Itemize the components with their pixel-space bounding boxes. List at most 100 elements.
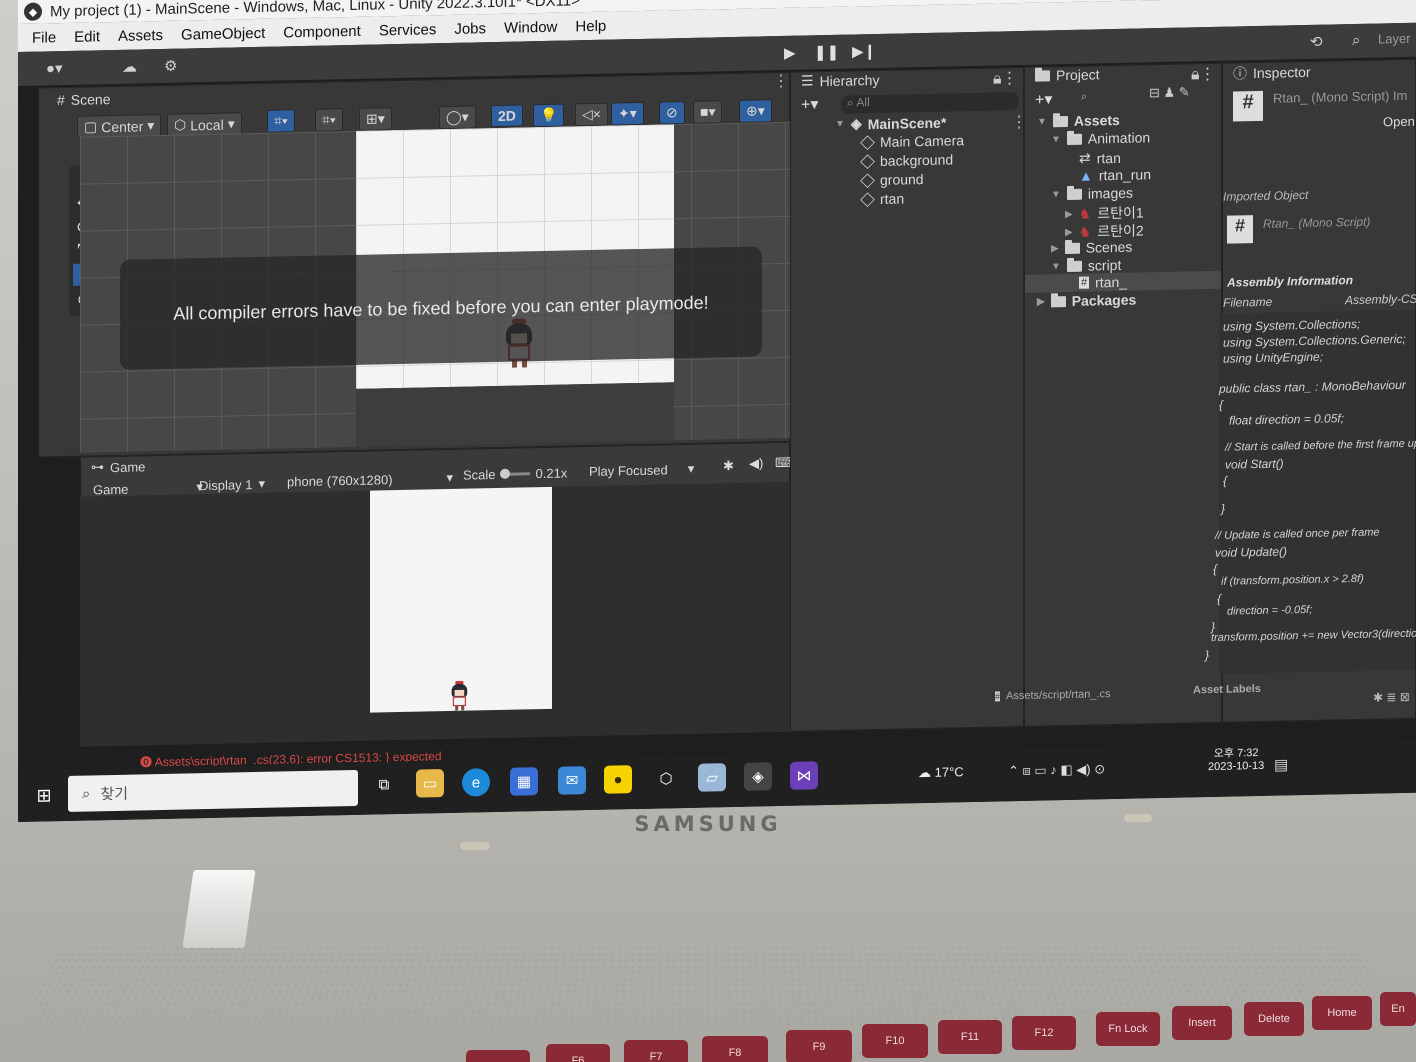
asset-label-icons[interactable]: ✱ ≣ ⊠ — [1373, 690, 1410, 705]
key-insert[interactable]: Insert — [1172, 1006, 1232, 1040]
project-item-rtan-run[interactable]: ▲ rtan_run — [1079, 166, 1151, 184]
menu-gameobject[interactable]: GameObject — [181, 24, 265, 43]
project-folder-scenes[interactable]: ▶ Scenes — [1051, 239, 1132, 257]
edge-browser-icon[interactable]: e — [462, 768, 490, 797]
system-tray-icons[interactable]: ⌃ ⧈ ▭ ♪ ◧ ◀) ⊙ — [1008, 761, 1105, 779]
play-mode-select[interactable]: Play Focused ▾ — [589, 461, 694, 479]
create-dropdown-icon[interactable]: +▾ — [1035, 89, 1052, 109]
key-end[interactable]: En — [1380, 992, 1416, 1026]
key-f12[interactable]: F12 — [1012, 1016, 1076, 1050]
key-home[interactable]: Home — [1312, 996, 1372, 1030]
camera-button[interactable]: ■▾ — [693, 100, 723, 124]
notification-icon[interactable]: ▤ — [1274, 755, 1288, 773]
hierarchy-item-ground[interactable]: ground — [860, 171, 924, 188]
collapse-arrow-icon[interactable]: ▶ — [1065, 208, 1073, 219]
menu-file[interactable]: File — [32, 29, 56, 47]
tab-project[interactable]: Project — [1035, 66, 1100, 83]
expand-arrow-icon[interactable]: ▼ — [1051, 134, 1061, 145]
scale-control[interactable]: Scale 0.21x — [463, 465, 567, 482]
tab-scene[interactable]: # Scene — [57, 91, 111, 108]
collapse-arrow-icon[interactable]: ▶ — [1051, 243, 1059, 254]
project-assets-root[interactable]: ▼ Assets — [1037, 112, 1120, 130]
mute-audio-icon[interactable]: ◀) — [749, 455, 763, 471]
store-icon[interactable]: ▦ — [510, 767, 538, 796]
project-item-rtan-controller[interactable]: ⇄ rtan — [1079, 149, 1121, 167]
resolution-select[interactable]: phone (760x1280) ▾ — [287, 470, 453, 489]
hierarchy-item-rtan[interactable]: rtan — [860, 190, 904, 207]
key-f7[interactable]: F7 — [624, 1040, 688, 1062]
project-item-rtan-script[interactable]: # rtan_ — [1079, 274, 1127, 291]
draw-mode-button[interactable]: ◯▾ — [439, 105, 476, 130]
windows-start-icon[interactable]: ⊞ — [30, 781, 58, 810]
lighting-toggle[interactable]: 💡 — [533, 103, 565, 128]
layers-dropdown[interactable]: Layer — [1378, 31, 1411, 47]
key-f5[interactable]: F5 — [466, 1050, 530, 1062]
key-delete[interactable]: Delete — [1244, 1002, 1304, 1036]
effects-toggle[interactable]: ✦▾ — [611, 101, 644, 126]
search-icon[interactable]: ⌕ — [1081, 91, 1087, 104]
play-icon[interactable]: ▶ — [784, 44, 796, 62]
key-f11[interactable]: F11 — [938, 1020, 1002, 1054]
menu-jobs[interactable]: Jobs — [454, 20, 486, 38]
display-select[interactable]: Display 1 ▾ — [199, 476, 265, 493]
hierarchy-item-background[interactable]: background — [860, 151, 953, 169]
tab-inspector[interactable]: ⓘ Inspector — [1233, 62, 1311, 84]
gizmos-toggle[interactable]: ⊕▾ — [739, 99, 772, 123]
collab-icon[interactable]: ⚙ — [164, 57, 177, 75]
grid-visibility-button[interactable]: ⌗▾ — [315, 108, 343, 132]
project-folder-animation[interactable]: ▼ Animation — [1051, 129, 1150, 147]
collapse-arrow-icon[interactable]: ▶ — [1065, 226, 1073, 237]
unity-hub-icon[interactable]: ⬡ — [652, 764, 680, 793]
key-fn-lock[interactable]: Fn Lock — [1096, 1012, 1160, 1046]
kakaotalk-icon[interactable]: ● — [604, 765, 632, 794]
tab-hierarchy[interactable]: ☰ Hierarchy — [801, 71, 879, 90]
panel-menu-icon[interactable]: ⋮ — [773, 71, 789, 91]
mail-icon[interactable]: ✉ — [558, 766, 586, 795]
key-f9[interactable]: F9 — [786, 1030, 852, 1062]
key-f6[interactable]: F6 — [546, 1044, 610, 1062]
weather-widget[interactable]: ☁ 17°C — [918, 764, 964, 781]
menu-assets[interactable]: Assets — [118, 26, 163, 44]
expand-arrow-icon[interactable]: ▼ — [1037, 116, 1047, 127]
menu-edit[interactable]: Edit — [74, 28, 100, 46]
create-dropdown-icon[interactable]: +▾ — [801, 94, 818, 114]
key-f8[interactable]: F8 — [702, 1036, 768, 1062]
account-icon[interactable]: ●▾ — [46, 59, 63, 77]
menu-window[interactable]: Window — [504, 18, 557, 36]
expand-arrow-icon[interactable]: ▼ — [1051, 189, 1061, 200]
search-icon[interactable]: ⌕ — [1352, 32, 1360, 49]
game-viewport[interactable] — [80, 481, 790, 747]
project-folder-images[interactable]: ▼ images — [1051, 185, 1133, 203]
history-icon[interactable]: ⟲ — [1310, 33, 1323, 51]
increment-snap-button[interactable]: ⊞▾ — [359, 107, 392, 131]
open-button[interactable]: Open — [1383, 114, 1415, 130]
pause-icon[interactable]: ❚❚ — [814, 43, 839, 62]
menu-component[interactable]: Component — [283, 22, 361, 41]
scene-viewport[interactable]: All compiler errors have to be fixed bef… — [80, 121, 790, 453]
menu-help[interactable]: Help — [575, 17, 606, 35]
project-packages-root[interactable]: ▶ Packages — [1037, 292, 1136, 310]
file-explorer-icon[interactable]: ▭ — [416, 769, 444, 798]
clock[interactable]: 오후 7:32 2023-10-13 — [1208, 744, 1264, 773]
grid-snap-button[interactable]: ⌗▾ — [267, 109, 295, 133]
step-icon[interactable]: ▶❙ — [852, 42, 876, 61]
lock-icon[interactable]: 🔒︎⋮ — [993, 68, 1018, 89]
filter-icons[interactable]: ⊟ ♟ ✎ — [1149, 84, 1190, 101]
taskbar-search-input[interactable]: ⌕ 찾기 — [68, 769, 358, 812]
notes-icon[interactable]: ▱ — [698, 763, 726, 792]
scene-root-item[interactable]: ▼ ◈ MainScene* — [835, 114, 946, 133]
task-view-icon[interactable]: ⧉ — [370, 770, 398, 799]
visual-studio-icon[interactable]: ⋈ — [790, 761, 818, 790]
expand-arrow-icon[interactable]: ▼ — [1051, 261, 1061, 272]
key-f10[interactable]: F10 — [862, 1024, 928, 1058]
mode-2d-toggle[interactable]: 2D — [491, 104, 523, 128]
unity-editor-icon[interactable]: ◈ — [744, 762, 772, 791]
collapse-arrow-icon[interactable]: ▶ — [1037, 296, 1045, 307]
audio-toggle[interactable]: ◁× — [575, 102, 608, 127]
scale-slider[interactable] — [499, 468, 530, 479]
tab-game[interactable]: ⊶ Game — [91, 458, 145, 475]
hierarchy-item-main-camera[interactable]: Main Camera — [860, 132, 964, 150]
lock-icon[interactable]: 🔒︎⋮ — [1191, 64, 1216, 85]
project-folder-script[interactable]: ▼ script — [1051, 257, 1121, 274]
visibility-toggle[interactable]: ⊘ — [659, 101, 685, 125]
